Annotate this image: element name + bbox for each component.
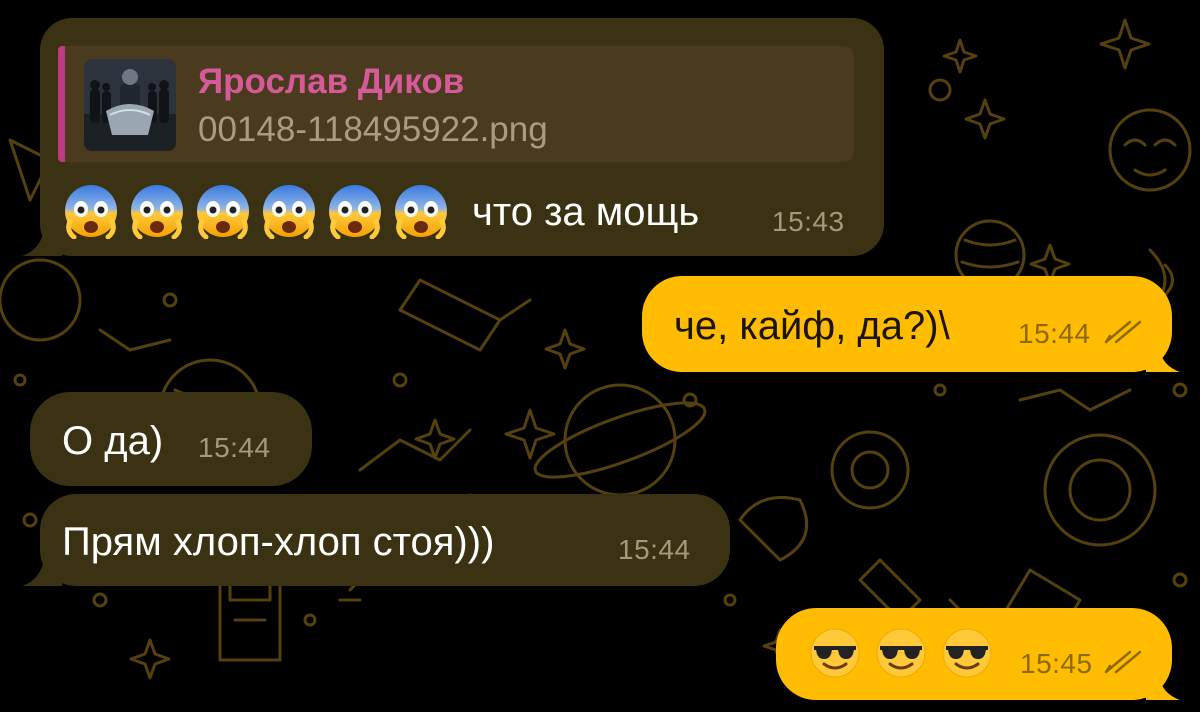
image-thumbnail-icon	[84, 59, 176, 151]
reply-preview[interactable]: Ярослав Диков 00148-118495922.png	[58, 46, 854, 162]
reply-file-name: 00148-118495922.png	[198, 110, 548, 149]
sunglasses-face-icon	[942, 628, 992, 678]
fearful-face-icon	[329, 185, 381, 239]
message-time: 15:43	[772, 206, 845, 237]
bubble-tail	[1146, 674, 1180, 700]
bubble-tail	[22, 560, 62, 586]
message-text: Прям хлоп-хлоп стоя)))	[62, 520, 495, 564]
bubble-tail	[22, 230, 62, 256]
sunglasses-face-icon	[810, 628, 860, 678]
fearful-face-icon	[65, 185, 117, 239]
fearful-face-icon	[263, 185, 315, 239]
bubble-tail	[1146, 346, 1180, 372]
message-time: 15:45	[1020, 648, 1093, 679]
message-text: О да)	[62, 419, 164, 463]
message-time: 15:44	[198, 432, 271, 463]
message-text: че, кайф, да?)\	[674, 304, 950, 348]
message-time: 15:44	[1018, 318, 1091, 349]
fearful-face-icon	[131, 185, 183, 239]
read-double-check-icon	[1104, 320, 1142, 344]
fearful-face-icon	[197, 185, 249, 239]
message-text: что за мощь	[472, 190, 700, 234]
read-double-check-icon	[1104, 650, 1142, 674]
fearful-face-icon	[395, 185, 447, 239]
reply-accent-bar	[58, 46, 65, 162]
message-time: 15:44	[618, 534, 691, 565]
reply-sender-name: Ярослав Диков	[198, 62, 465, 101]
sunglasses-face-icon	[876, 628, 926, 678]
image-thumbnail[interactable]	[84, 59, 176, 151]
